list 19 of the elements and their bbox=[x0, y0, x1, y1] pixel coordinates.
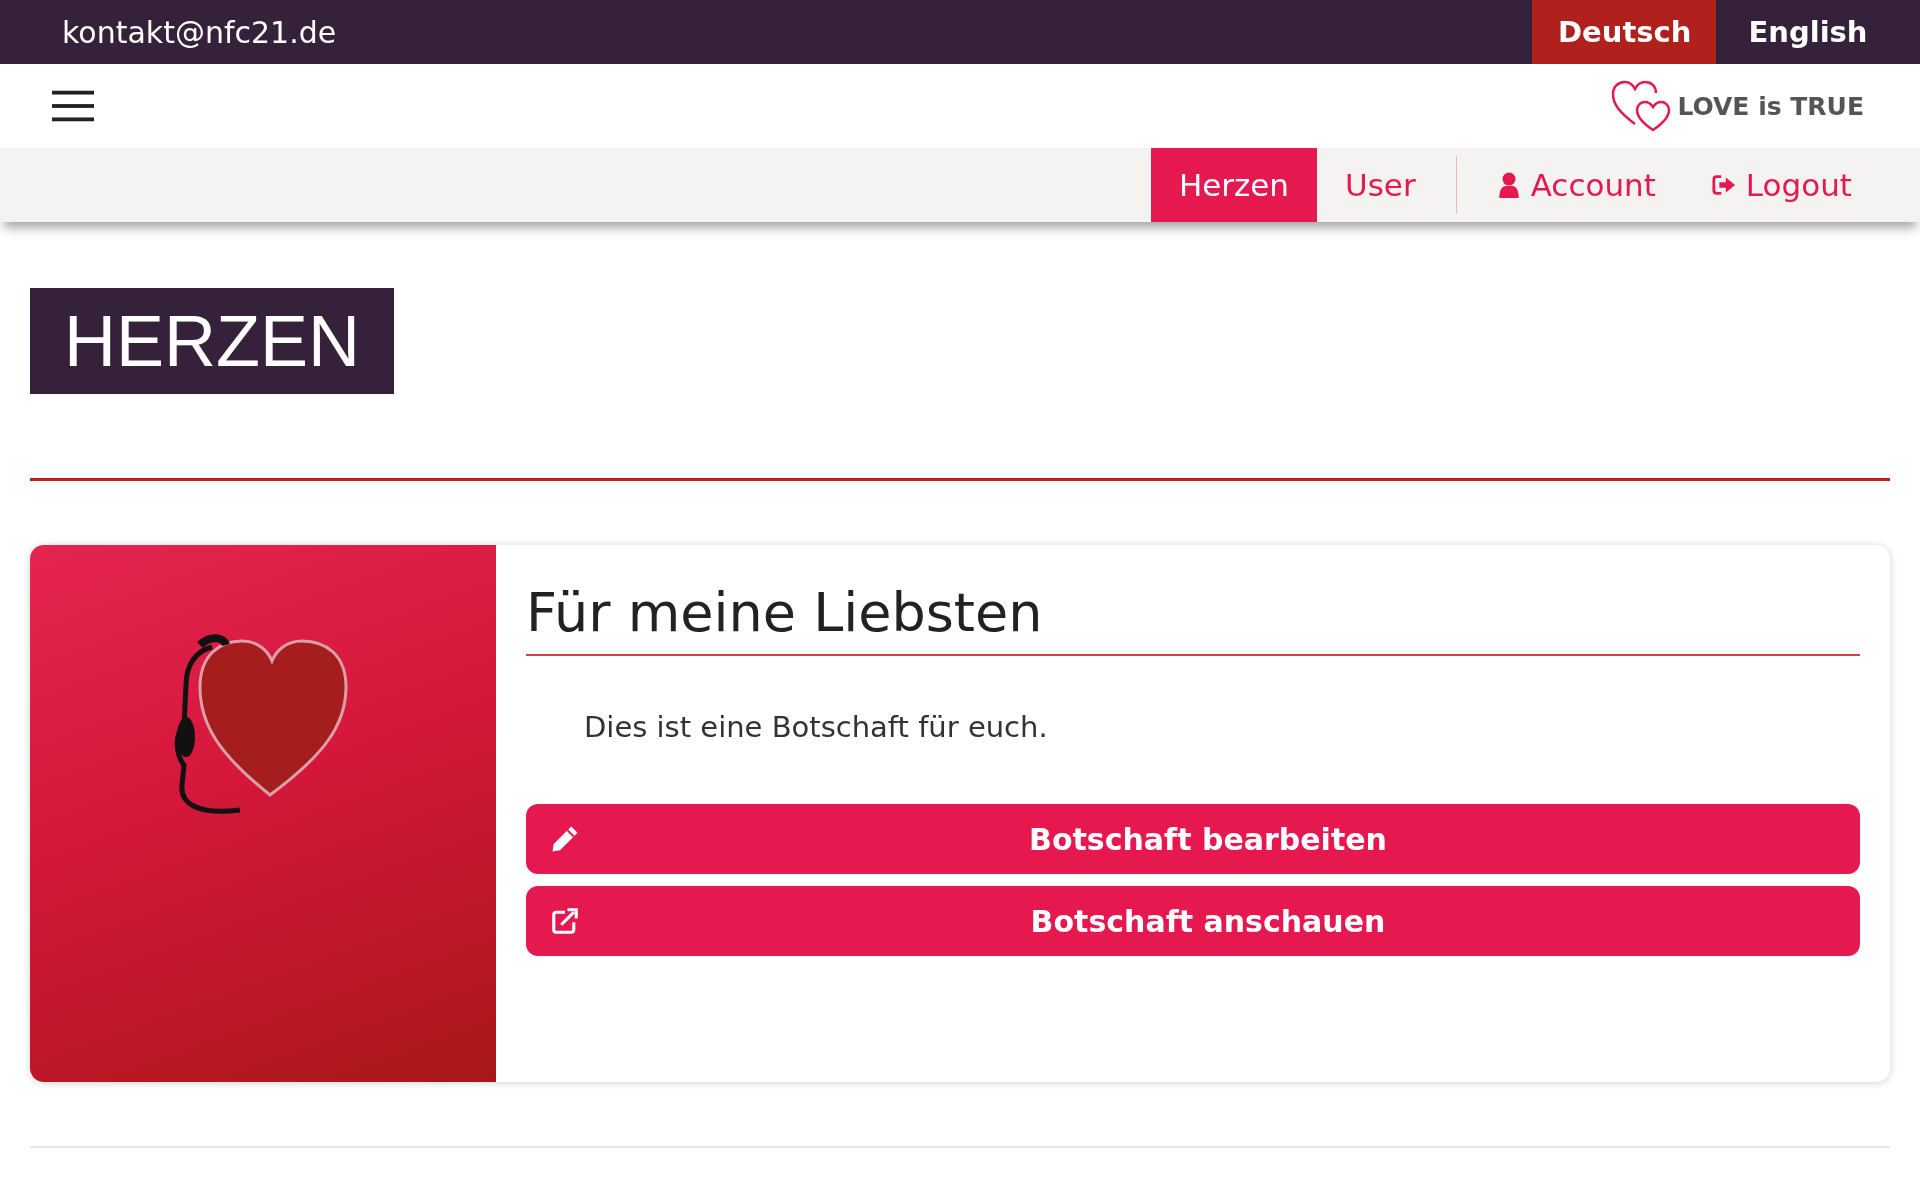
page-title: HERZEN bbox=[30, 288, 394, 394]
hearts-icon bbox=[1611, 80, 1672, 132]
message-text: Dies ist eine Botschaft für euch. bbox=[584, 710, 1049, 744]
menu-icon[interactable] bbox=[52, 88, 94, 124]
logout-icon bbox=[1711, 172, 1736, 198]
pencil-icon bbox=[550, 824, 580, 854]
email-link[interactable]: kontakt@nfc21.de bbox=[0, 14, 337, 50]
card-title: Für meine Liebsten bbox=[526, 581, 1860, 656]
user-icon bbox=[1496, 172, 1521, 198]
action-button[interactable]: Botschaft bearbeiten bbox=[526, 804, 1860, 874]
language-tab[interactable]: English bbox=[1716, 0, 1900, 64]
nav-link[interactable]: User bbox=[1317, 148, 1444, 222]
nav-link[interactable]: Herzen bbox=[1150, 148, 1317, 222]
logo-text: LOVE is TRUE bbox=[1677, 91, 1864, 121]
nav-link[interactable]: Logout bbox=[1683, 148, 1880, 222]
action-button[interactable]: Botschaft anschauen bbox=[526, 886, 1860, 956]
external-link-icon bbox=[550, 906, 580, 936]
nav-link[interactable]: Account bbox=[1468, 148, 1684, 222]
language-tab[interactable]: Deutsch bbox=[1532, 0, 1716, 64]
